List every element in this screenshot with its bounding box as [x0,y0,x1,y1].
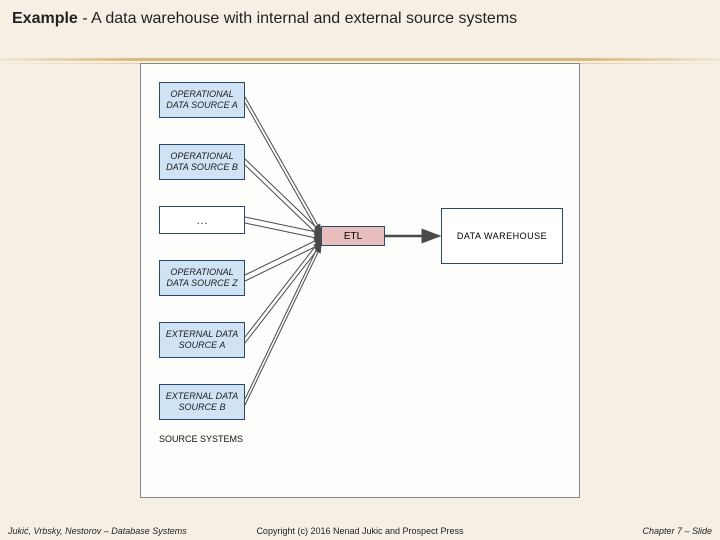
source-ext-a-label: EXTERNAL DATA SOURCE A [162,329,242,351]
source-op-b-label: OPERATIONAL DATA SOURCE B [162,151,242,173]
source-systems-label: SOURCE SYSTEMS [159,434,243,444]
source-ext-b-label: EXTERNAL DATA SOURCE B [162,391,242,413]
data-warehouse-box: DATA WAREHOUSE [441,208,563,264]
footer-right: Chapter 7 – Slide [642,526,712,536]
data-warehouse-label: DATA WAREHOUSE [457,231,547,241]
footer: Jukić, Vrbsky, Nestorov – Database Syste… [0,520,720,536]
source-op-a-label: OPERATIONAL DATA SOURCE A [162,89,242,111]
diagram-frame: OPERATIONAL DATA SOURCE A OPERATIONAL DA… [140,63,580,498]
etl-label: ETL [344,231,362,242]
source-ext-b: EXTERNAL DATA SOURCE B [159,384,245,420]
title-divider [0,58,720,61]
source-ellipsis-label: … [196,213,208,227]
source-op-z: OPERATIONAL DATA SOURCE Z [159,260,245,296]
source-op-z-label: OPERATIONAL DATA SOURCE Z [162,267,242,289]
footer-center: Copyright (c) 2016 Nenad Jukic and Prosp… [0,526,720,536]
title-rest: - A data warehouse with internal and ext… [78,10,517,27]
etl-box: ETL [321,226,385,246]
source-ext-a: EXTERNAL DATA SOURCE A [159,322,245,358]
source-op-a: OPERATIONAL DATA SOURCE A [159,82,245,118]
source-op-b: OPERATIONAL DATA SOURCE B [159,144,245,180]
title-bold: Example [12,10,78,27]
source-ellipsis: … [159,206,245,234]
slide-title: Example - A data warehouse with internal… [0,0,720,32]
